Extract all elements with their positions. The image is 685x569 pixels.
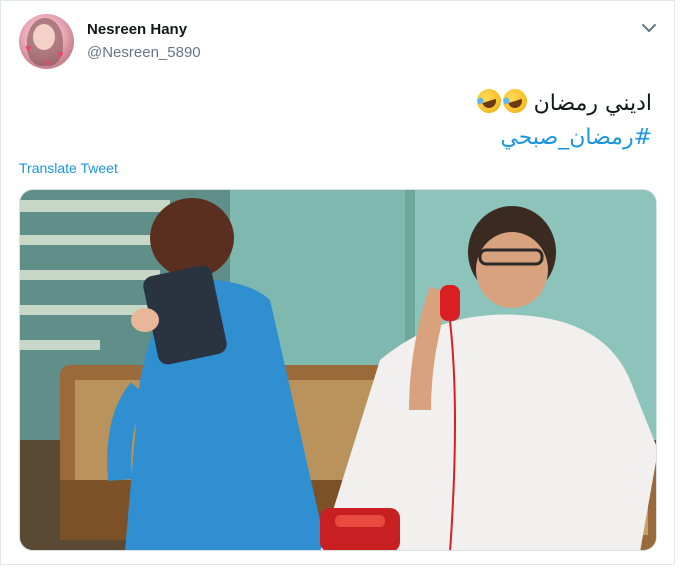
tweet-body: اديني رمضان [533,91,652,116]
rolling-on-the-floor-laughing-icon [473,85,504,117]
heart-icon: ♥ [45,58,51,68]
heart-icon: ♥ [25,43,32,55]
tweet-photo[interactable] [19,189,657,551]
author-display-name[interactable]: Nesreen Hany [87,21,187,38]
tweet-text: اديني رمضان #رمضان_صبحي [232,85,652,155]
rolling-on-the-floor-laughing-icon [499,85,530,117]
chevron-down-icon[interactable] [639,18,659,38]
emoji-group [473,85,530,121]
avatar[interactable]: ♥ ♥ ♥ [19,14,74,69]
translate-tweet-link[interactable]: Translate Tweet [19,160,118,176]
hashtag-link[interactable]: #رمضان_صبحي [232,121,652,155]
avatar-face [33,24,55,50]
photo-scene [20,190,656,550]
tweet-card: ♥ ♥ ♥ Nesreen Hany @Nesreen_5890 اديني ر… [0,0,675,565]
author-handle[interactable]: @Nesreen_5890 [87,44,201,61]
heart-icon: ♥ [57,49,64,61]
